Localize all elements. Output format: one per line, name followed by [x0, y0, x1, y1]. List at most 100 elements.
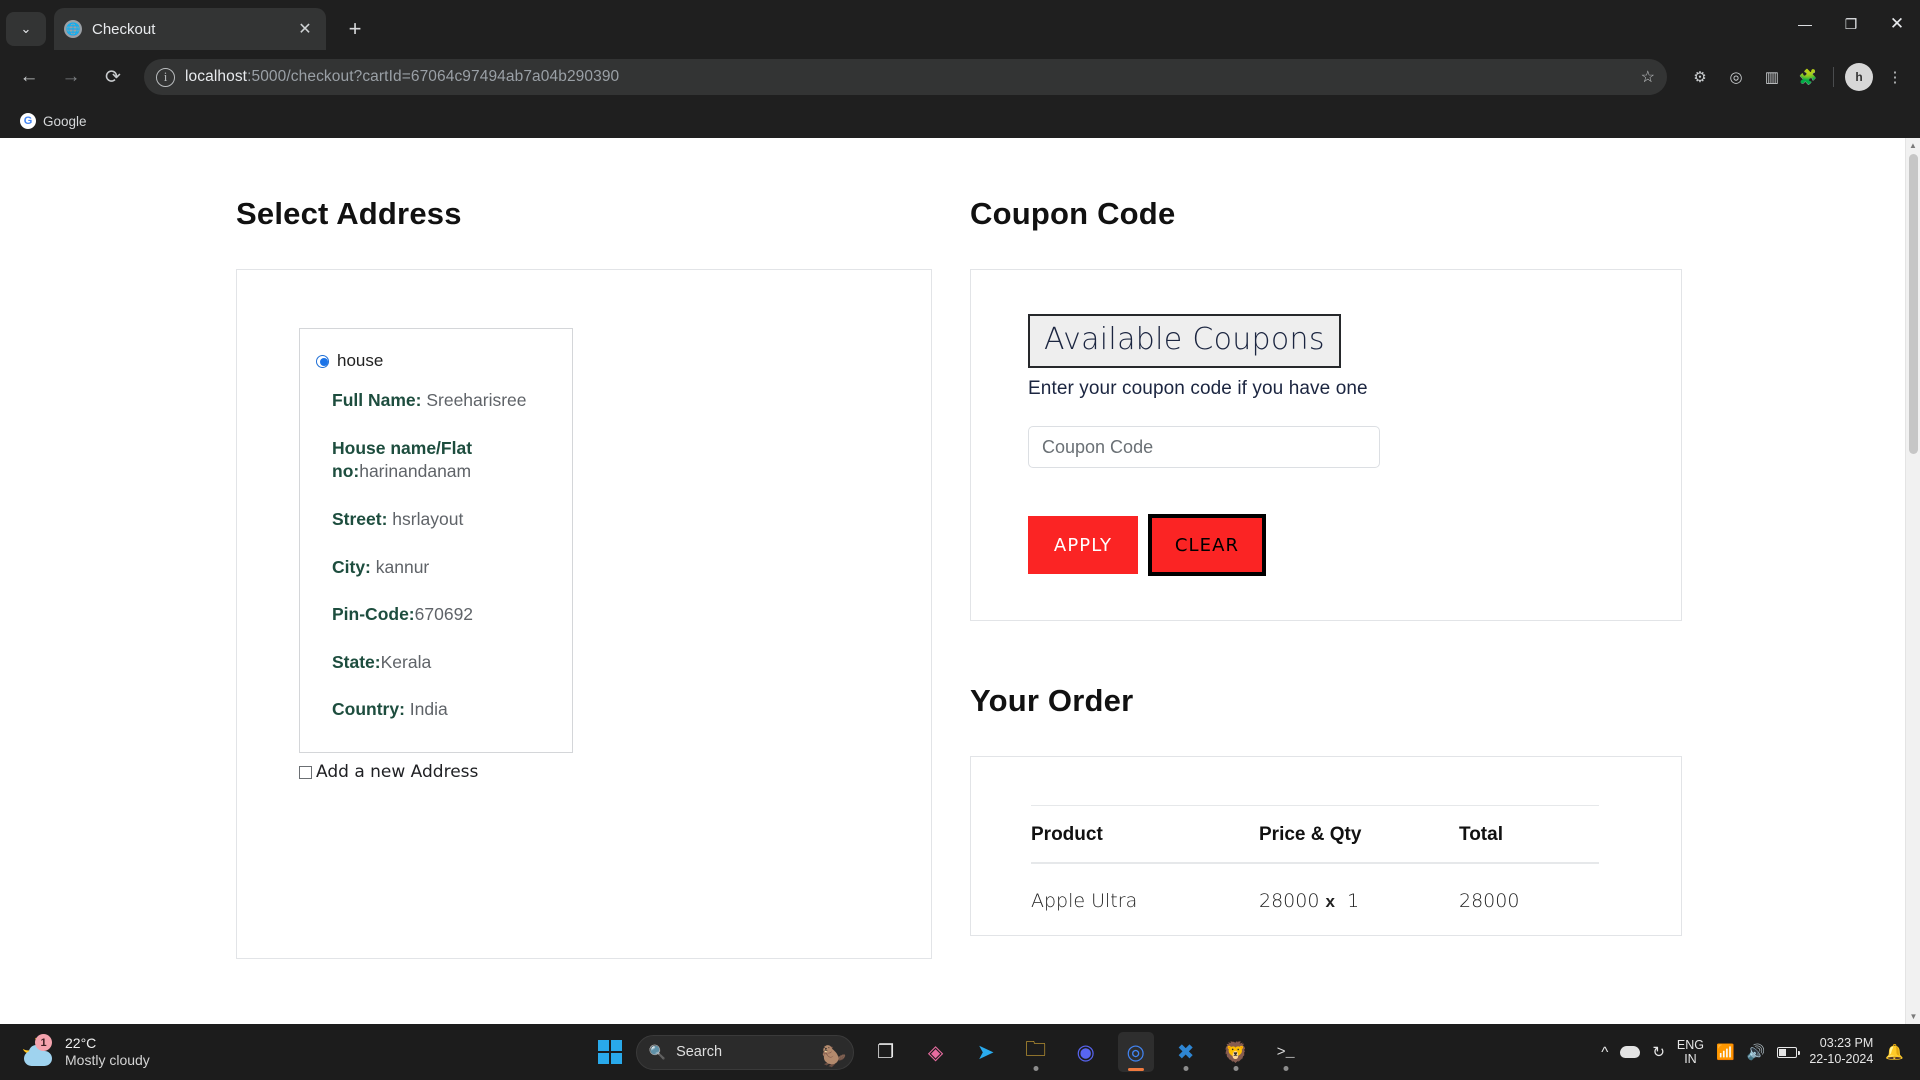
new-tab-button[interactable]: +: [340, 16, 370, 42]
coupon-code-input[interactable]: [1028, 426, 1380, 468]
win-tile-1: [597, 1040, 609, 1051]
field-value: India: [404, 699, 448, 720]
address-radio-row[interactable]: house: [316, 351, 556, 371]
coupon-buttons: APPLY CLEAR: [1028, 514, 1681, 576]
address-field-city: City: kannur: [332, 556, 556, 580]
add-new-address-checkbox[interactable]: [299, 765, 312, 779]
running-indicator: [1183, 1066, 1189, 1071]
site-info-icon[interactable]: i: [156, 67, 175, 87]
close-icon[interactable]: ✕: [294, 19, 316, 39]
google-chrome-icon[interactable]: ◎: [1117, 1032, 1154, 1072]
system-tray: ^ ↻ ENG IN 📶 🔊 03:23 PM 22-10-2024 🔔: [1601, 1036, 1920, 1067]
sync-icon[interactable]: ↻: [1652, 1043, 1665, 1061]
url-host: localhost: [185, 68, 248, 85]
sidebar-icon[interactable]: ▥: [1757, 62, 1787, 92]
window-close-button[interactable]: ✕: [1874, 0, 1920, 48]
add-new-address-label: Add a new Address: [316, 762, 479, 782]
order-table-body: Apple Ultra 28000 x 1 28000: [1031, 863, 1599, 922]
telegram-icon[interactable]: ➤: [968, 1032, 1004, 1072]
chevron-down-icon: ⌄: [20, 21, 32, 36]
back-button[interactable]: ←: [10, 58, 48, 96]
language-indicator[interactable]: ENG IN: [1677, 1038, 1704, 1067]
minimize-button[interactable]: —: [1782, 0, 1828, 48]
brave-browser-icon[interactable]: 🦁: [1218, 1032, 1254, 1072]
window-controls: — ❐ ✕: [1782, 0, 1920, 48]
wifi-icon[interactable]: 📶: [1716, 1043, 1735, 1061]
browser-menu-icon[interactable]: ⋮: [1880, 62, 1910, 92]
forward-button[interactable]: →: [52, 58, 90, 96]
microsoft-copilot-icon[interactable]: ◈: [918, 1032, 954, 1072]
region-code: IN: [1684, 1052, 1697, 1066]
scroll-down-arrow-icon[interactable]: ▼: [1906, 1009, 1920, 1024]
address-field-street: Street: hsrlayout: [332, 508, 556, 532]
address-column: Select Address house Full Name: Sreehari…: [0, 196, 932, 959]
browser-window: ⌄ 🌐 Checkout ✕ + — ❐ ✕ ← → ⟳ i localhost…: [0, 0, 1920, 1024]
file-explorer-icon[interactable]: 🗀: [1018, 1032, 1054, 1072]
clear-coupon-button[interactable]: CLEAR: [1148, 514, 1266, 576]
coupon-hint-text: Enter your coupon code if you have one: [1028, 378, 1368, 399]
cell-price-qty: 28000 x 1: [1259, 863, 1459, 922]
bookmark-google[interactable]: G Google: [14, 110, 93, 132]
field-value: Sreeharisree: [421, 390, 527, 410]
checkout-grid: Select Address house Full Name: Sreehari…: [0, 138, 1906, 959]
vs-code-icon[interactable]: ✖: [1168, 1032, 1204, 1072]
notification-bell-icon[interactable]: 🔔: [1885, 1043, 1904, 1061]
profile-initial: h: [1845, 63, 1873, 91]
page-title-coupon-code: Coupon Code: [970, 196, 1176, 231]
taskbar-clock[interactable]: 03:23 PM 22-10-2024: [1809, 1036, 1873, 1067]
onedrive-cloud-icon[interactable]: [1620, 1046, 1641, 1058]
clock-date: 22-10-2024: [1809, 1052, 1874, 1066]
bookmarks-bar: G Google: [0, 104, 1920, 138]
win-tile-4: [610, 1053, 622, 1064]
reload-button[interactable]: ⟳: [94, 58, 132, 96]
terminal-icon[interactable]: >_: [1268, 1032, 1304, 1072]
order-table: Product Price & Qty Total Apple Ultra 28…: [1031, 805, 1599, 922]
field-label: State:: [332, 651, 381, 672]
address-bar[interactable]: i localhost:5000/checkout?cartId=67064c9…: [144, 59, 1667, 95]
coupon-card: Available Coupons Enter your coupon code…: [970, 269, 1682, 621]
tab-strip: ⌄ 🌐 Checkout ✕ + — ❐ ✕: [0, 0, 1920, 50]
globe-icon: 🌐: [64, 20, 82, 38]
address-radio[interactable]: [316, 354, 329, 368]
field-label: City:: [332, 556, 371, 577]
maximize-button[interactable]: ❐: [1828, 0, 1874, 48]
taskbar-center: 🔍 Search 🦫 ❐ ◈ ➤ 🗀 ◉ ◎ ✖ 🦁 >_: [300, 1032, 1601, 1072]
running-indicator: [1233, 1066, 1239, 1071]
available-coupons-button[interactable]: Available Coupons: [1028, 314, 1341, 368]
weather-widget[interactable]: 🌙 1 22°C Mostly cloudy: [0, 1034, 300, 1070]
volume-icon[interactable]: 🔊: [1747, 1043, 1766, 1061]
checkout-page: Select Address house Full Name: Sreehari…: [0, 138, 1906, 959]
start-button[interactable]: [597, 1040, 622, 1064]
avatar[interactable]: h: [1844, 62, 1874, 92]
settings-gear-icon[interactable]: ⚙: [1685, 62, 1715, 92]
address-option[interactable]: house Full Name: Sreeharisree House name…: [299, 328, 573, 753]
scroll-up-arrow-icon[interactable]: ▲: [1906, 138, 1920, 153]
field-value: harinandanam: [359, 461, 472, 482]
apply-coupon-button[interactable]: APPLY: [1028, 516, 1138, 574]
address-field-full-name: Full Name: Sreeharisree: [332, 389, 556, 413]
battery-icon[interactable]: [1777, 1046, 1801, 1058]
taskbar-search[interactable]: 🔍 Search 🦫: [635, 1034, 854, 1070]
table-header-row: Product Price & Qty Total: [1031, 805, 1599, 864]
tab-search-button[interactable]: ⌄: [6, 12, 46, 46]
discord-icon[interactable]: ◉: [1068, 1032, 1104, 1072]
running-indicator: [1033, 1066, 1039, 1071]
address-field-house-name: House name/Flat no:harinandanam: [332, 437, 556, 484]
page-scrollbar[interactable]: ▲ ▼: [1905, 138, 1920, 1024]
puzzle-extensions-icon[interactable]: 🧩: [1793, 62, 1823, 92]
browser-tab-checkout[interactable]: 🌐 Checkout ✕: [54, 8, 326, 50]
weather-text: 22°C Mostly cloudy: [65, 1035, 150, 1070]
field-label: Pin-Code:: [332, 604, 415, 625]
target-icon[interactable]: ◎: [1721, 62, 1751, 92]
win-tile-2: [610, 1040, 622, 1051]
order-table-head: Product Price & Qty Total: [1031, 805, 1599, 864]
scrollbar-thumb[interactable]: [1909, 154, 1918, 454]
cell-product-name: Apple Ultra: [1031, 890, 1138, 912]
task-view-icon[interactable]: ❐: [868, 1032, 904, 1072]
weather-badge: 1: [35, 1034, 52, 1051]
field-value: kannur: [370, 556, 430, 577]
coupon-order-column: Coupon Code Available Coupons Enter your…: [738, 196, 1682, 959]
bookmark-star-icon[interactable]: ☆: [1641, 67, 1655, 87]
tray-overflow-icon[interactable]: ^: [1601, 1044, 1608, 1061]
language-code: ENG: [1676, 1037, 1704, 1052]
